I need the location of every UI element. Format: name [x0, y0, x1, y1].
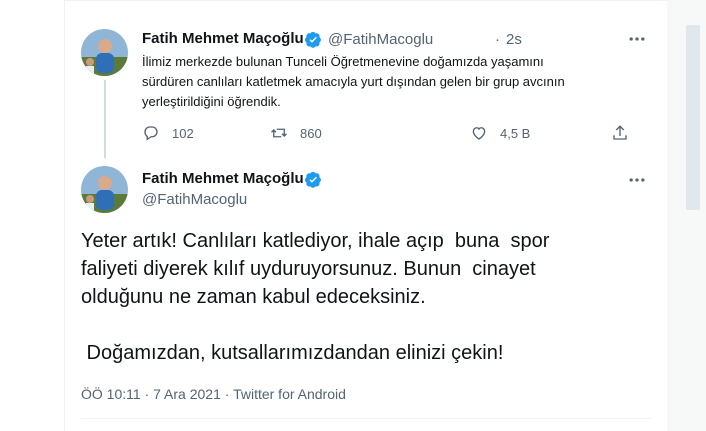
divider — [65, 0, 667, 1]
tweet-source[interactable]: Twitter for Android — [233, 386, 346, 402]
share-icon — [613, 125, 627, 140]
tweet-date[interactable]: 7 Ara 2021 — [153, 386, 221, 402]
author-name[interactable]: Fatih Mehmet Maçoğlu — [142, 30, 304, 47]
divider — [81, 418, 651, 419]
tweet-thread: Fatih Mehmet Maçoğlu @FatihMacoglu · 2s … — [64, 0, 668, 431]
separator-dot: · — [144, 386, 150, 402]
avatar[interactable] — [81, 166, 128, 213]
tweet-text-line: İlimiz merkezde bulunan Tunceli Öğretmen… — [142, 54, 544, 69]
tweet-text-line: sürdüren canlıları katletmek amacıyla yu… — [142, 74, 565, 89]
tweet-body-line: Doğamızdan, kutsallarımızdandan elinizi … — [81, 342, 504, 364]
reply-icon — [144, 126, 158, 141]
tweet-timestamp[interactable]: ÖÖ 10:11 — [81, 386, 141, 402]
reply-button[interactable]: 102 — [142, 124, 194, 142]
reply-count: 102 — [172, 125, 194, 141]
retweet-button[interactable]: 860 — [270, 124, 322, 142]
more-dots-icon[interactable] — [627, 170, 647, 190]
author-handle[interactable]: @FatihMacoglu — [328, 31, 433, 48]
retweet-count: 860 — [300, 125, 322, 141]
tweet-time[interactable]: 2s — [506, 31, 522, 48]
author-handle[interactable]: @FatihMacoglu — [142, 191, 247, 208]
separator-dot: · — [224, 386, 230, 402]
tweet-text: İlimiz merkezde bulunan Tunceli Öğretmen… — [142, 52, 572, 112]
like-button[interactable]: 4,5 B — [470, 124, 530, 142]
avatar[interactable] — [81, 29, 128, 76]
tweet-meta: ÖÖ 10:11 · 7 Ara 2021 · Twitter for Andr… — [81, 386, 346, 402]
author-name[interactable]: Fatih Mehmet Maçoğlu — [142, 170, 304, 187]
like-icon — [472, 127, 486, 140]
verified-badge-icon — [305, 31, 321, 48]
tweet-body-line: olduğunu ne zaman kabul edeceksiniz. — [81, 286, 426, 308]
share-button[interactable] — [611, 124, 641, 142]
tweet-body: Yeter artık! Canlıları katlediyor, ihale… — [81, 227, 651, 367]
thread-connector — [104, 80, 106, 158]
scrollbar-thumb[interactable] — [686, 25, 700, 210]
like-count: 4,5 B — [500, 125, 531, 141]
verified-badge-icon — [305, 171, 321, 188]
tweet-text-line: yerleştirildiğini öğrendik. — [142, 94, 281, 109]
separator-dot: · — [495, 31, 500, 48]
tweet-body-line: Yeter artık! Canlıları katlediyor, ihale… — [81, 230, 550, 252]
tweet-body-line: faliyeti diyerek kılıf uyduruyorsunuz. B… — [81, 258, 536, 280]
left-gutter — [0, 0, 64, 431]
retweet-icon — [271, 128, 287, 138]
more-dots-icon[interactable] — [627, 29, 647, 49]
